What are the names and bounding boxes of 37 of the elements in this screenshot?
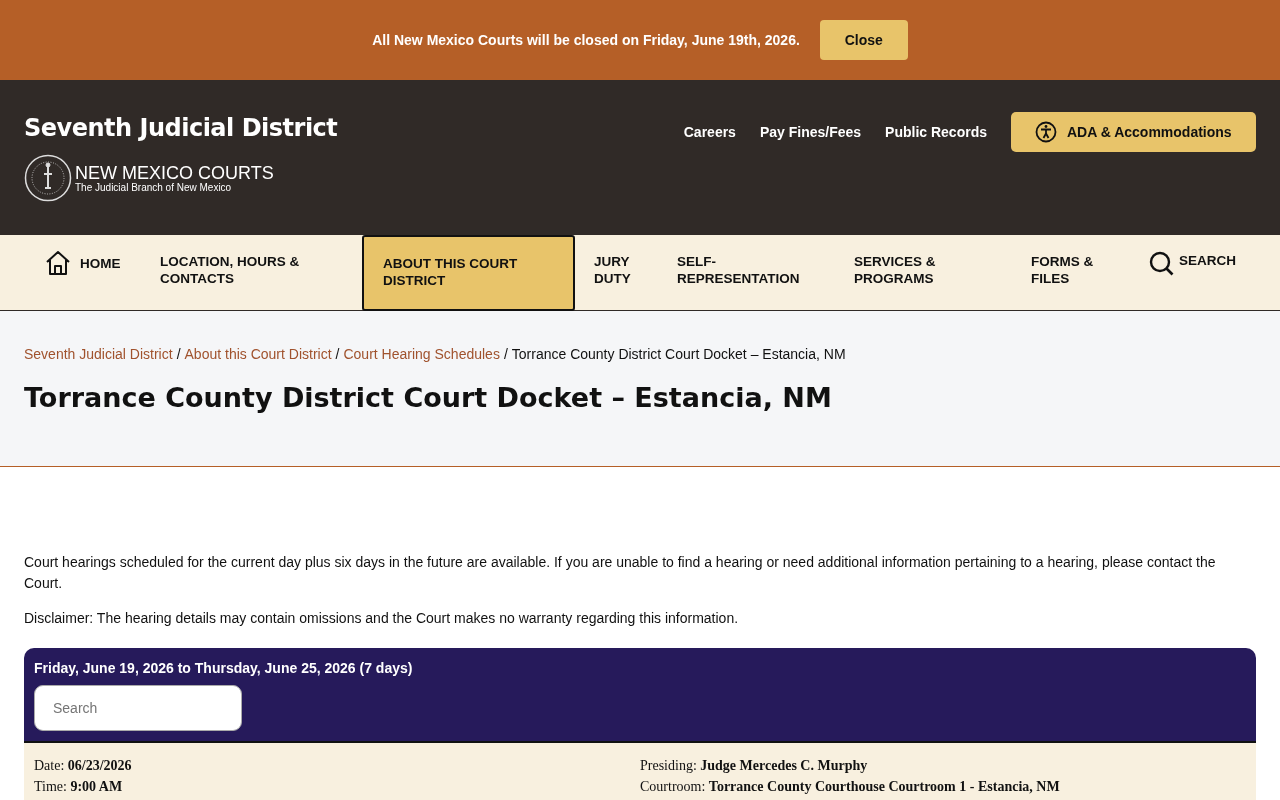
nav-tab[interactable]: ABOUT THIS COURT DISTRICT [362,235,575,311]
nav-tab[interactable]: HOME [44,235,160,310]
site-title[interactable]: Seventh Judicial District [24,114,338,142]
breadcrumb-separator: / [503,346,508,362]
alert-message: All New Mexico Courts will be closed on Friday, June 19th, 2026. [372,32,800,48]
seal-icon [24,154,72,202]
hearing-field: Date: 06/23/2026 [34,755,640,776]
hearing-field: Time: 9:00 AM [34,776,640,797]
hearing-field: Presiding: Judge Mercedes C. Murphy [640,755,1246,776]
breadcrumb-link[interactable]: Court Hearing Schedules [343,346,500,362]
date-range: Friday, June 19, 2026 to Thursday, June 25, 2026 (7 days) [34,660,414,676]
nav-tab[interactable]: LOCATION, HOURS & CONTACTS [160,235,362,310]
logo-subtitle: The Judicial Branch of New Mexico [75,181,233,193]
search-icon [1149,251,1175,277]
intro-text: Court hearings scheduled for the current day plus six days in the future are available. If you are unable to find a hearing or need additional information pertaining to a hearing, please contact the Court. [24,553,1217,593]
close-button[interactable]: Close [819,20,908,60]
page-title: Torrance County District Court Docket – Estancia, NM [24,382,833,413]
hearing-field: Courtroom: Torrance County Courthouse Courtroom 1 - Estancia, NM [640,776,1246,797]
header-link[interactable]: Pay Fines/Fees [759,112,862,152]
nav-tab[interactable]: SERVICES & PROGRAMS [854,235,1031,310]
ada-button[interactable]: ADA & Accommodations [1011,112,1256,152]
home-icon [44,250,72,276]
nav-tab[interactable]: JURY DUTY [575,235,677,310]
header-link[interactable]: Careers [683,112,736,152]
breadcrumb-separator: / [335,346,340,362]
search-link[interactable]: SEARCH [1149,235,1236,310]
search-field[interactable]: Search [34,685,242,731]
nav-tab[interactable]: FORMS & FILES [1031,235,1149,310]
nav-tab[interactable]: SELF-REPRESENTATION [677,235,854,310]
breadcrumb-link[interactable]: Seventh Judicial District [24,346,173,362]
disclaimer-text: Disclaimer: The hearing details may contain omissions and the Court makes no warranty regarding this information. [24,609,740,628]
breadcrumb-separator: / [176,346,181,362]
accessibility-icon [1035,121,1057,143]
header-link[interactable]: Public Records [885,112,987,152]
breadcrumb-link[interactable]: About this Court District [184,346,332,362]
breadcrumb-current: Torrance County District Court Docket – Estancia, NM [511,346,846,362]
logo-title: NEW MEXICO COURTS [75,163,274,182]
